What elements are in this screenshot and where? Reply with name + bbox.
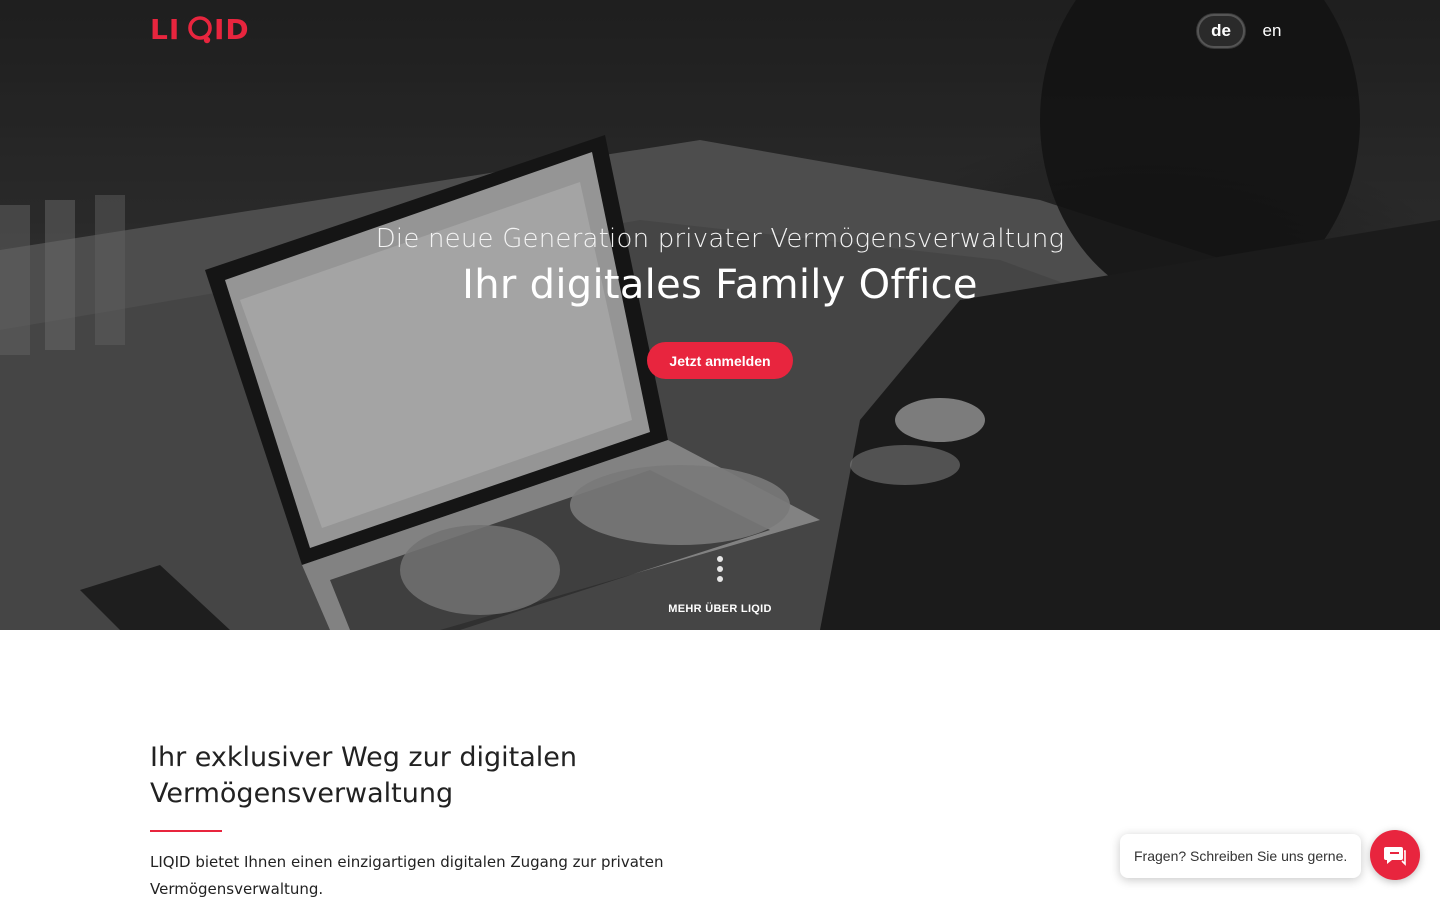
chat-icon [1384,847,1406,866]
register-button[interactable]: Jetzt anmelden [647,342,793,379]
intro-text: LIQID bietet Ihnen einen einzigartigen d… [150,849,710,900]
lang-en-button[interactable]: en [1259,14,1285,48]
intro-text-line-1: LIQID bietet Ihnen einen einzigartigen d… [150,853,664,871]
liqid-logo[interactable]: LI ID [150,12,254,46]
chat-button[interactable] [1370,830,1420,880]
language-switch: de en [1197,14,1285,48]
scroll-dots-icon[interactable] [715,556,725,584]
lang-de-button[interactable]: de [1197,14,1245,48]
hero-overlay [0,0,1440,630]
more-about-link[interactable]: MEHR ÜBER LIQID [0,603,1440,615]
hero-section: LI ID de en Die neue Generation privater… [0,0,1440,630]
svg-text:ID: ID [214,13,250,46]
svg-text:LI: LI [150,13,180,46]
chat-prompt-bubble[interactable]: Fragen? Schreiben Sie uns gerne. [1120,834,1362,878]
intro-divider [150,830,222,832]
hero-subtitle: Die neue Generation privater Vermögensve… [375,224,1065,254]
intro-title-line-1: Ihr exklusiver Weg zur digitalen [150,742,578,773]
hero-title: Ihr digitales Family Office [462,262,978,308]
intro-text-line-2: Vermögensverwaltung. [150,880,324,898]
intro-title: Ihr exklusiver Weg zur digitalen Vermöge… [150,740,750,812]
intro-title-line-2: Vermögensverwaltung [150,778,454,809]
